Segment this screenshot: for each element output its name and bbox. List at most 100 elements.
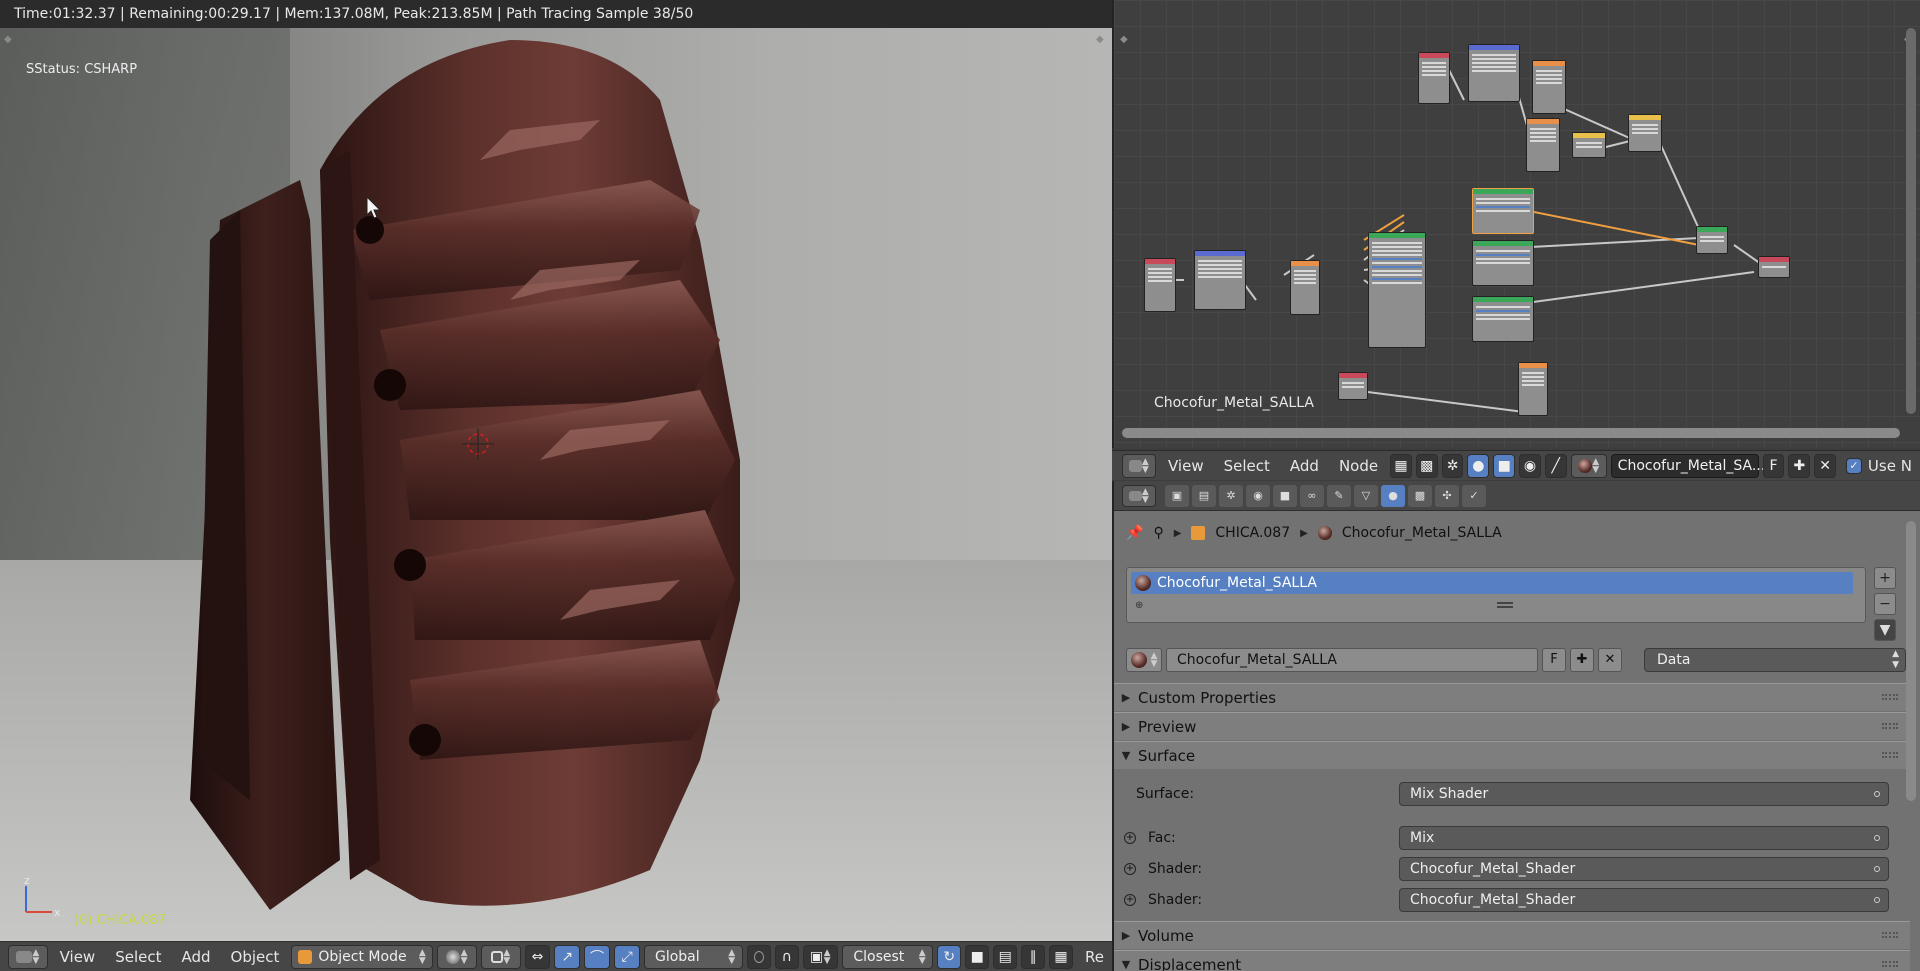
menu-view[interactable]: View — [52, 948, 104, 966]
render-image-button[interactable]: ■ — [965, 944, 990, 969]
fake-user-button[interactable]: F — [1762, 453, 1785, 478]
menu-object[interactable]: Object — [223, 948, 288, 966]
panel-volume[interactable]: ▶ Volume — [1114, 921, 1910, 949]
pivot-point-button[interactable]: ▲ ▼ — [480, 944, 521, 969]
panel-displacement[interactable]: ▼ Displacement — [1114, 950, 1910, 971]
node-group[interactable] — [1368, 232, 1426, 348]
shader1-input-select[interactable]: Chocofur_Metal_Shader — [1399, 857, 1889, 881]
menu-add[interactable]: Add — [173, 948, 218, 966]
material-name-field[interactable]: Chocofur_Metal_SA... — [1610, 453, 1765, 478]
tab-render-layers[interactable]: ▤ — [1192, 484, 1216, 507]
material-name-input[interactable]: Chocofur_Metal_SALLA — [1166, 648, 1538, 672]
panel-grip-icon[interactable] — [1882, 932, 1898, 938]
panel-grip-icon[interactable] — [1882, 752, 1898, 758]
3d-cursor-icon[interactable] — [462, 428, 494, 460]
menu-add[interactable]: Add — [1282, 457, 1327, 475]
node-mapping[interactable] — [1194, 250, 1246, 310]
duplicate-material-button[interactable]: ✚ — [1570, 648, 1594, 672]
menu-node[interactable]: Node — [1331, 457, 1386, 475]
add-slot-button[interactable]: + — [1874, 567, 1896, 589]
node-mapping-2[interactable] — [1468, 44, 1520, 102]
tab-material[interactable]: ● — [1381, 484, 1405, 507]
world-shader-button[interactable]: ◉ — [1519, 453, 1541, 478]
snap-element-button[interactable]: ▣ ▲ ▼ — [802, 944, 839, 969]
compositor-tree-button[interactable]: ✲ — [1441, 453, 1464, 478]
tab-object[interactable]: ■ — [1273, 484, 1297, 507]
fac-input-select[interactable]: Mix — [1399, 826, 1889, 850]
pin-icon[interactable]: 📌 — [1126, 525, 1143, 541]
shader-tree-button[interactable]: ▦ — [1390, 453, 1412, 478]
scale-manipulator-button[interactable]: ⤢ — [614, 944, 640, 969]
unlink-material-button[interactable]: ✕ — [1814, 453, 1837, 478]
material-slot-item[interactable]: Chocofur_Metal_SALLA — [1131, 572, 1853, 594]
tab-world[interactable]: ◉ — [1246, 484, 1270, 507]
link-select[interactable]: Data ▲ ▼ — [1644, 648, 1906, 672]
node-diffuse-bsdf[interactable] — [1472, 296, 1534, 342]
surface-shader-select[interactable]: Mix Shader — [1399, 782, 1889, 806]
transform-orientation-select[interactable]: Global ▲ ▼ — [643, 944, 743, 969]
vertical-scrollbar[interactable] — [1906, 28, 1916, 414]
node-image-texture-1[interactable] — [1290, 260, 1320, 315]
material-browse-button[interactable]: ▲ ▼ — [1126, 648, 1162, 672]
snap-align-button[interactable]: ↻ — [937, 944, 962, 969]
tab-data[interactable]: ▽ — [1354, 484, 1378, 507]
snap-target-select[interactable]: Closest ▲ ▼ — [842, 944, 934, 969]
tab-render[interactable]: ▣ — [1165, 484, 1189, 507]
expand-input-icon[interactable]: + — [1124, 863, 1136, 875]
editor-type-button[interactable]: ▲ ▼ — [1122, 484, 1156, 507]
panel-custom-properties[interactable]: ▶ Custom Properties — [1114, 683, 1910, 711]
node-image-texture-2[interactable] — [1532, 60, 1566, 114]
panel-grip-icon[interactable] — [1882, 723, 1898, 729]
area-split-handle-icon[interactable]: ◆ — [1096, 34, 1108, 46]
unlink-material-button[interactable]: ✕ — [1598, 648, 1622, 672]
manipulator-toggle[interactable]: ⇔ — [524, 944, 551, 969]
3d-viewport[interactable]: Time:01:32.37 | Remaining:00:29.17 | Mem… — [0, 0, 1112, 971]
node-material-output[interactable] — [1758, 256, 1790, 278]
tab-scene[interactable]: ✲ — [1219, 484, 1243, 507]
panel-grip-icon[interactable] — [1882, 694, 1898, 700]
fake-user-button[interactable]: F — [1542, 648, 1566, 672]
node-displacement[interactable] — [1518, 362, 1548, 416]
node-glossy-bsdf[interactable] — [1472, 240, 1534, 286]
node-value-input[interactable] — [1338, 372, 1368, 400]
tab-texture[interactable]: ▩ — [1408, 484, 1432, 507]
translate-manipulator-button[interactable]: ↗ — [554, 944, 581, 969]
rotate-manipulator-button[interactable]: ⌒ — [584, 944, 611, 969]
panel-preview[interactable]: ▶ Preview — [1114, 712, 1910, 740]
use-nodes-checkbox[interactable]: ✓ — [1846, 457, 1862, 474]
object-shader-button[interactable]: ■ — [1493, 453, 1516, 478]
expand-input-icon[interactable]: + — [1124, 832, 1136, 844]
node-mix-shader[interactable] — [1696, 226, 1728, 254]
new-material-button[interactable]: ✚ — [1788, 453, 1811, 478]
material-slot-list[interactable]: Chocofur_Metal_SALLA ⊕ — [1126, 567, 1866, 623]
rendered-armor-object[interactable] — [180, 40, 920, 940]
panel-surface[interactable]: ▼ Surface — [1114, 741, 1910, 769]
material-browse-button[interactable]: ▲ ▼ — [1570, 453, 1607, 478]
slot-specials-button[interactable]: ▼ — [1874, 619, 1896, 641]
list-resize-handle[interactable] — [1497, 602, 1513, 608]
slot-filter-icon[interactable]: ⊕ — [1135, 600, 1143, 611]
remove-slot-button[interactable]: − — [1874, 593, 1896, 615]
texture-tree-button[interactable]: ▩ — [1415, 453, 1438, 478]
tab-constraints[interactable]: ∞ — [1300, 484, 1324, 507]
editor-type-button[interactable]: ▲ ▼ — [1122, 453, 1156, 478]
node-color-ramp[interactable] — [1572, 132, 1606, 158]
node-principled-selected[interactable] — [1472, 188, 1534, 234]
render-animation-button[interactable]: ▤ — [993, 944, 1018, 969]
menu-select[interactable]: Select — [107, 948, 169, 966]
tab-particles[interactable]: ✣ — [1435, 484, 1459, 507]
node-image-texture-3[interactable] — [1526, 118, 1560, 172]
snap-toggle[interactable]: ∩ — [774, 944, 799, 969]
material-tree-button[interactable]: ● — [1467, 453, 1490, 478]
menu-view[interactable]: View — [1160, 457, 1212, 475]
node-editor[interactable]: ◆ ◆ — [1112, 0, 1920, 448]
opengl-render-button[interactable]: ▦ — [1049, 944, 1074, 969]
pause-render-button[interactable]: ∥ — [1021, 944, 1046, 969]
shader2-input-select[interactable]: Chocofur_Metal_Shader — [1399, 888, 1889, 912]
horizontal-scrollbar[interactable] — [1122, 428, 1900, 438]
area-split-handle-icon[interactable]: ◆ — [4, 34, 16, 46]
viewport-shading-button[interactable]: ▲ ▼ — [437, 944, 477, 969]
properties-scrollbar[interactable] — [1906, 521, 1916, 801]
tab-physics[interactable]: ✓ — [1462, 484, 1486, 507]
node-texture-input[interactable] — [1144, 258, 1176, 312]
